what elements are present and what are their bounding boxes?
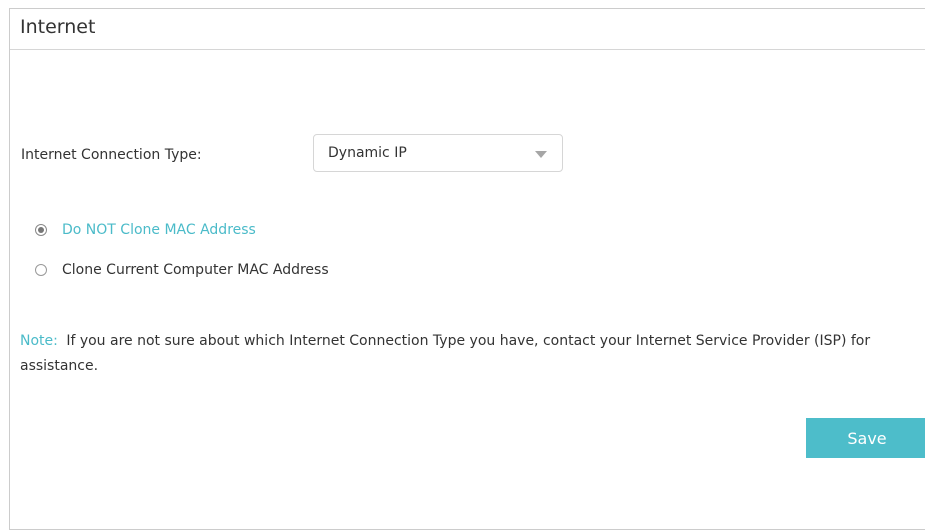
radio-clone-current-mac[interactable]: Clone Current Computer MAC Address [35, 260, 329, 280]
save-button[interactable]: Save [806, 418, 925, 458]
note-prefix: Note: [20, 333, 58, 349]
internet-panel: Internet Internet Connection Type: Dynam… [9, 8, 925, 530]
note-text: Note: If you are not sure about which In… [20, 329, 900, 379]
connection-type-value: Dynamic IP [328, 145, 407, 161]
chevron-down-icon [535, 151, 547, 158]
radio-label-do-not-clone: Do NOT Clone MAC Address [62, 222, 256, 238]
radio-do-not-clone-mac[interactable]: Do NOT Clone MAC Address [35, 220, 256, 240]
title-divider [10, 49, 925, 50]
connection-type-label: Internet Connection Type: [21, 147, 202, 163]
connection-type-select[interactable]: Dynamic IP [313, 134, 563, 172]
radio-checked-icon[interactable] [35, 224, 47, 236]
note-body: If you are not sure about which Internet… [20, 333, 871, 374]
page-title: Internet [20, 16, 96, 38]
radio-unchecked-icon[interactable] [35, 264, 47, 276]
radio-label-clone-current: Clone Current Computer MAC Address [62, 262, 329, 278]
